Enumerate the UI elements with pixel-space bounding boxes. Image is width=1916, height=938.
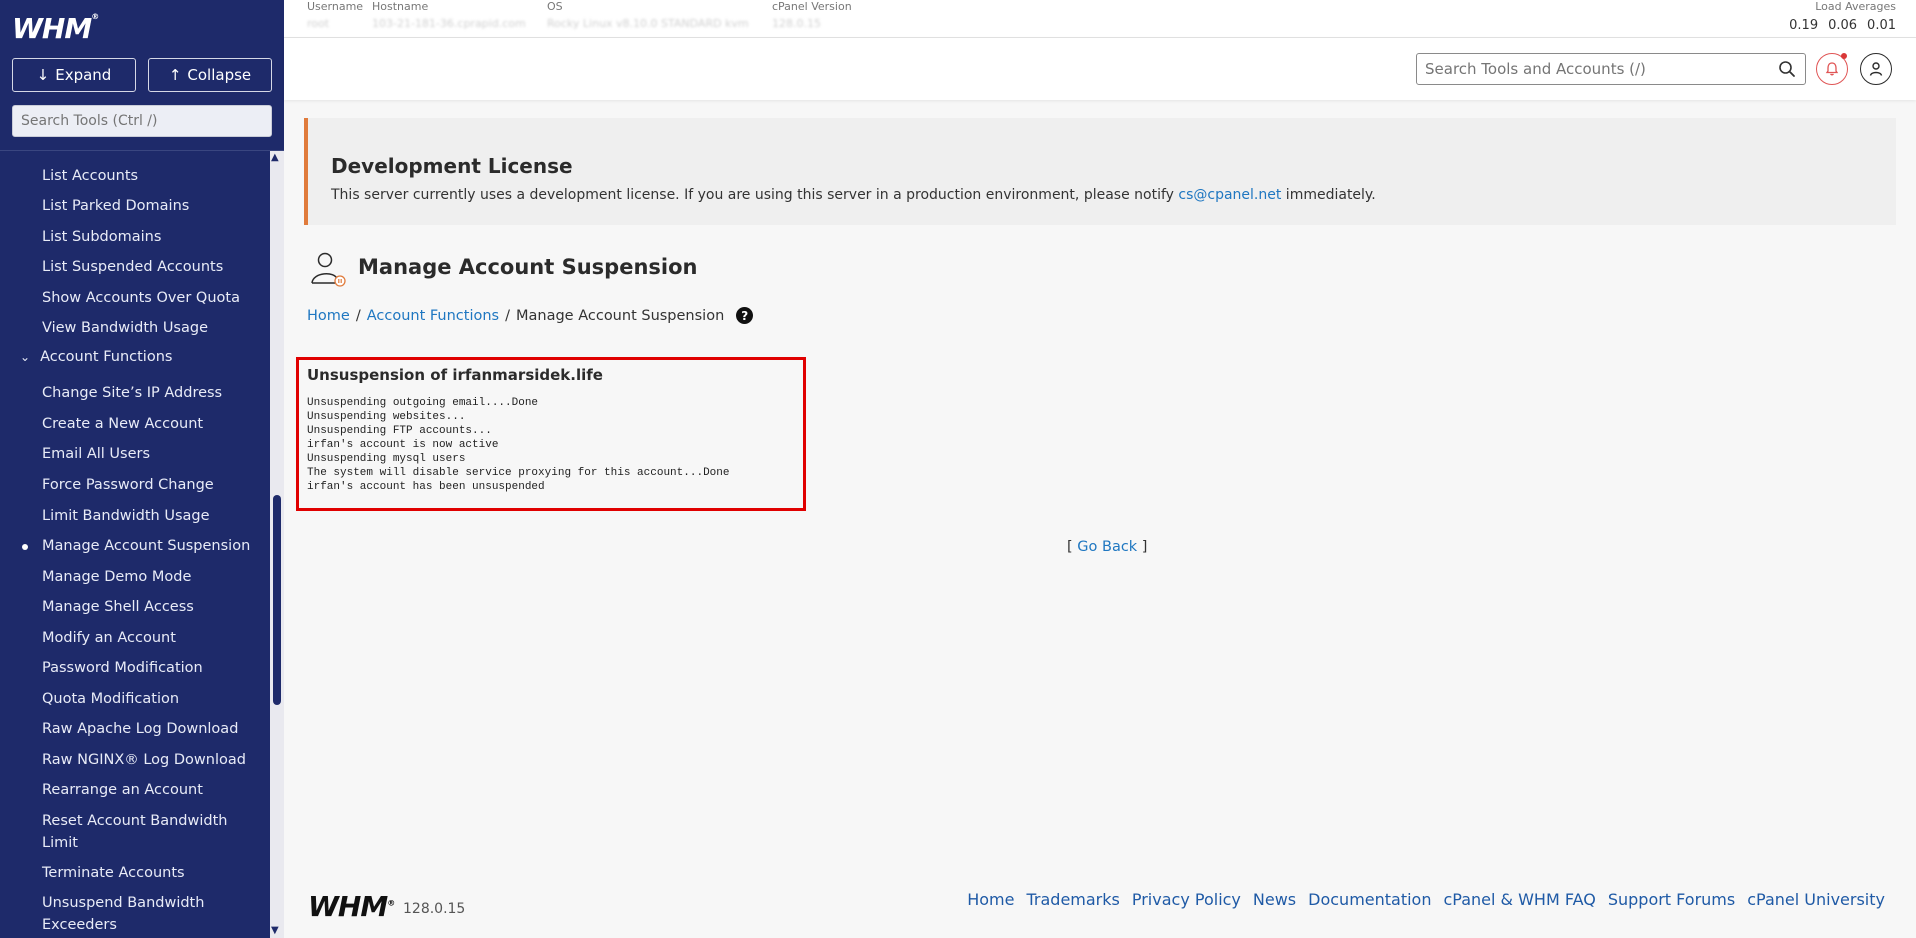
- version-value: 128.0.15: [772, 17, 821, 30]
- sidebar-item-raw-apache-log[interactable]: Raw Apache Log Download: [42, 718, 252, 740]
- hostname-label: Hostname: [372, 0, 429, 13]
- username-value: root: [307, 17, 330, 30]
- whm-logo[interactable]: WHM®: [12, 12, 99, 45]
- footer-link-cpanel-university[interactable]: cPanel University: [1747, 890, 1885, 909]
- support-email-link[interactable]: cs@cpanel.net: [1178, 187, 1281, 203]
- user-icon: [1869, 62, 1883, 76]
- go-back-link[interactable]: Go Back: [1077, 539, 1137, 555]
- load-5min: 0.06: [1828, 18, 1858, 33]
- footer-whm-logo: WHM®: [308, 890, 395, 923]
- info-cpanel-version: cPanel Version 128.0.15: [772, 0, 852, 31]
- development-license-notice: Development License This server currentl…: [304, 118, 1896, 225]
- sidebar-item-reset-bandwidth-limit[interactable]: Reset Account Bandwidth Limit: [42, 810, 252, 854]
- sidebar-search-input[interactable]: [12, 105, 272, 137]
- breadcrumb-account-functions-link[interactable]: Account Functions: [367, 308, 499, 324]
- search-tools-accounts-input[interactable]: [1416, 53, 1806, 85]
- sidebar-item-list-subdomains[interactable]: List Subdomains: [42, 226, 252, 248]
- notice-text-before: This server currently uses a development…: [331, 187, 1179, 203]
- sidebar-item-list-accounts[interactable]: List Accounts: [42, 165, 252, 187]
- sidebar-item-terminate-accounts[interactable]: Terminate Accounts: [42, 862, 252, 884]
- bracket-open: [: [1067, 539, 1078, 555]
- breadcrumb-home-link[interactable]: Home: [307, 308, 350, 324]
- sidebar-item-rearrange-account[interactable]: Rearrange an Account: [42, 779, 252, 801]
- sidebar-item-create-account[interactable]: Create a New Account: [42, 413, 252, 435]
- sidebar-item-raw-nginx-log[interactable]: Raw NGINX® Log Download: [42, 749, 252, 771]
- sidebar-item-quota-modification[interactable]: Quota Modification: [42, 688, 252, 710]
- info-hostname: Hostname 103-21-181-36.cprapid.com: [372, 0, 526, 31]
- scroll-down-arrow-icon[interactable]: ▼: [271, 925, 279, 936]
- bell-icon: [1825, 62, 1839, 76]
- sidebar-item-limit-bandwidth[interactable]: Limit Bandwidth Usage: [42, 505, 252, 527]
- page-title: Manage Account Suspension: [358, 255, 698, 279]
- sidebar-item-list-suspended-accounts[interactable]: List Suspended Accounts: [42, 256, 252, 278]
- info-username: Username root: [307, 0, 363, 31]
- sidebar-item-force-password-change[interactable]: Force Password Change: [42, 474, 252, 496]
- sidebar-item-view-bandwidth-usage[interactable]: View Bandwidth Usage: [42, 317, 252, 339]
- account-suspension-icon: [311, 252, 346, 287]
- footer-link-support-forums[interactable]: Support Forums: [1608, 890, 1735, 909]
- sidebar-item-manage-account-suspension[interactable]: Manage Account Suspension: [22, 535, 252, 557]
- footer-link-trademarks[interactable]: Trademarks: [1026, 890, 1119, 909]
- breadcrumb: Home / Account Functions / Manage Accoun…: [307, 307, 754, 324]
- bracket-close: ]: [1137, 539, 1148, 555]
- sidebar-item-manage-demo-mode[interactable]: Manage Demo Mode: [42, 566, 252, 588]
- breadcrumb-separator: /: [355, 307, 361, 324]
- footer-link-news[interactable]: News: [1253, 890, 1296, 909]
- unsuspension-result-box: Unsuspension of irfanmarsidek.life Unsus…: [296, 357, 806, 511]
- footer-version: 128.0.15: [403, 901, 466, 917]
- notice-text: This server currently uses a development…: [331, 187, 1376, 203]
- version-label: cPanel Version: [772, 0, 852, 13]
- go-back-wrapper: [ Go Back ]: [1067, 539, 1147, 555]
- load-averages-values: 0.19 0.06 0.01: [1789, 18, 1896, 33]
- sidebar-scrollbar-thumb[interactable]: [273, 495, 281, 705]
- info-os: OS Rocky Linux v8.10.0 STANDARD kvm: [547, 0, 749, 31]
- os-label: OS: [547, 0, 563, 13]
- help-icon[interactable]: ?: [736, 307, 754, 324]
- search-icon[interactable]: [1778, 60, 1796, 78]
- load-averages-label: Load Averages: [1815, 0, 1896, 13]
- arrow-up-icon: ↑: [168, 66, 182, 84]
- username-label: Username: [307, 0, 364, 13]
- server-info-bar: Username root Hostname 103-21-181-36.cpr…: [284, 0, 1916, 38]
- footer-link-home[interactable]: Home: [967, 890, 1014, 909]
- chevron-down-icon: ⌄: [20, 350, 31, 364]
- collapse-label: Collapse: [187, 66, 252, 84]
- sidebar-item-list-parked-domains[interactable]: List Parked Domains: [42, 195, 252, 217]
- user-menu-button[interactable]: [1860, 53, 1892, 85]
- sidebar-category-account-functions[interactable]: ⌄ Account Functions: [20, 349, 172, 365]
- category-label: Account Functions: [40, 349, 173, 365]
- arrow-down-icon: ↓: [36, 66, 50, 84]
- sidebar-item-email-all-users[interactable]: Email All Users: [42, 443, 252, 465]
- footer-link-documentation[interactable]: Documentation: [1308, 890, 1431, 909]
- sidebar: WHM® ↓ Expand ↑ Collapse List Accounts L…: [0, 0, 284, 938]
- footer-link-privacy-policy[interactable]: Privacy Policy: [1132, 890, 1241, 909]
- result-log-output: Unsuspending outgoing email....Done Unsu…: [307, 397, 730, 493]
- hostname-value: 103-21-181-36.cprapid.com: [372, 17, 526, 30]
- footer-link-faq[interactable]: cPanel & WHM FAQ: [1443, 890, 1595, 909]
- notice-title: Development License: [331, 154, 573, 178]
- notification-dot: [1841, 53, 1847, 59]
- os-value: Rocky Linux v8.10.0 STANDARD kvm: [547, 17, 749, 30]
- scroll-up-arrow-icon[interactable]: ▲: [271, 152, 279, 163]
- sidebar-item-show-accounts-over-quota[interactable]: Show Accounts Over Quota: [42, 287, 252, 309]
- breadcrumb-current: Manage Account Suspension: [516, 307, 725, 324]
- top-header: [284, 38, 1916, 100]
- sidebar-item-password-modification[interactable]: Password Modification: [42, 657, 252, 679]
- sidebar-item-manage-shell-access[interactable]: Manage Shell Access: [42, 596, 252, 618]
- footer-links: Home Trademarks Privacy Policy News Docu…: [967, 890, 1885, 909]
- expand-button[interactable]: ↓ Expand: [12, 58, 136, 92]
- load-1min: 0.19: [1789, 18, 1819, 33]
- collapse-button[interactable]: ↑ Collapse: [148, 58, 272, 92]
- result-title: Unsuspension of irfanmarsidek.life: [307, 366, 603, 384]
- notice-text-after: immediately.: [1281, 187, 1376, 203]
- sidebar-item-modify-account[interactable]: Modify an Account: [42, 627, 252, 649]
- load-15min: 0.01: [1867, 18, 1896, 33]
- expand-label: Expand: [55, 66, 112, 84]
- breadcrumb-separator: /: [505, 307, 510, 324]
- sidebar-item-unsuspend-bandwidth-exceeders[interactable]: Unsuspend Bandwidth Exceeders: [42, 892, 252, 936]
- sidebar-item-change-ip[interactable]: Change Site’s IP Address: [42, 382, 252, 404]
- sidebar-nav: List Accounts List Parked Domains List S…: [0, 151, 268, 938]
